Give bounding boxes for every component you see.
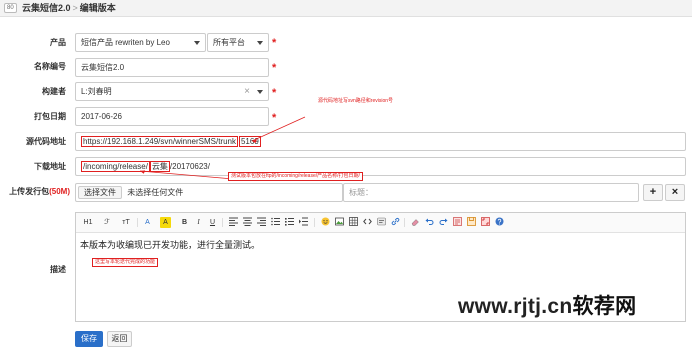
watermark-latin: www.rjtj.cn xyxy=(458,295,573,318)
annotation-arrow-source xyxy=(251,116,306,142)
save-button[interactable]: 保存 xyxy=(75,331,103,347)
watermark-cn: 软荐网 xyxy=(572,295,637,318)
watermark: www.rjtj.cn软荐网 xyxy=(458,290,636,320)
back-button[interactable]: 返回 xyxy=(107,331,132,347)
annotation-download-note: 测试版本包放在ftp的/incoming/release/产品名称/打包日期/ xyxy=(228,172,363,181)
annotation-source-note: 源代码地址写svn路径和revision号 xyxy=(318,98,394,104)
annotation-desc-note: 这里写本轮迭代完成的功能 xyxy=(92,258,159,267)
